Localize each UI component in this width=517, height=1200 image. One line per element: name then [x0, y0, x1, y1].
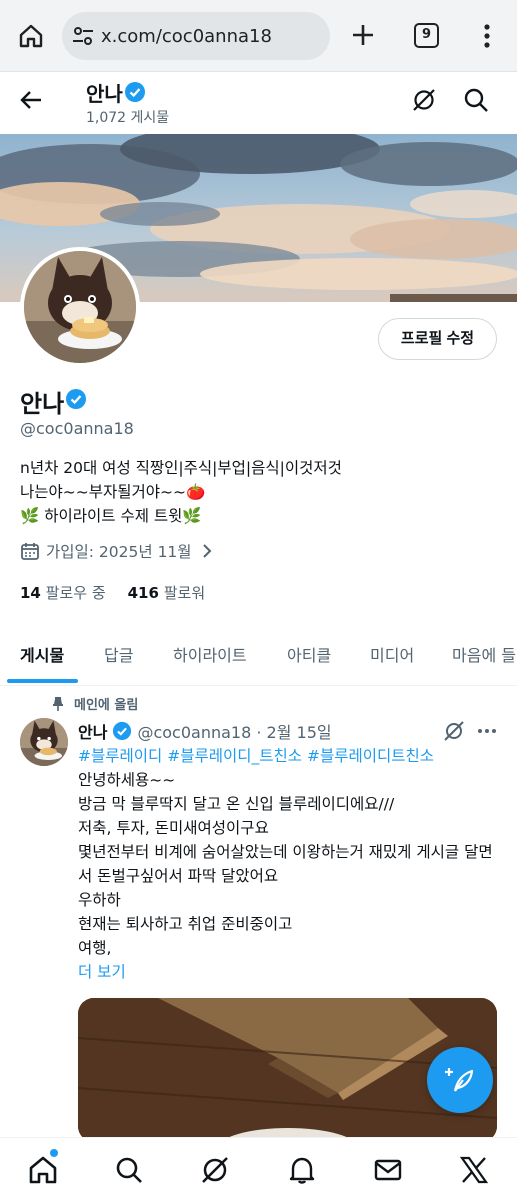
- calendar-icon: [21, 543, 39, 560]
- chevron-right-icon: [203, 544, 212, 558]
- avatar-image: [20, 718, 68, 766]
- tab-posts[interactable]: 게시물: [20, 642, 64, 666]
- show-more-link[interactable]: 더 보기: [78, 960, 503, 984]
- tab-highlights[interactable]: 하이라이트: [173, 642, 247, 666]
- post-count: 1,072 게시물: [86, 110, 170, 126]
- tab-media[interactable]: 미디어: [370, 642, 414, 666]
- following-link[interactable]: 14 팔로우 중: [20, 584, 106, 602]
- back-arrow-icon[interactable]: [18, 87, 44, 113]
- avatar-image: [24, 251, 136, 363]
- grok-icon[interactable]: [411, 87, 437, 113]
- joined-text: 가입일: 2025년 11월: [46, 543, 192, 561]
- edit-profile-button[interactable]: 프로필 수정: [378, 318, 497, 360]
- post-line: 여행,: [78, 939, 112, 957]
- more-menu-icon[interactable]: [477, 22, 497, 50]
- following-label: 팔로우 중: [45, 584, 106, 602]
- following-count: 14: [20, 584, 41, 602]
- followers-count: 416: [127, 584, 159, 602]
- search-icon[interactable]: [463, 87, 489, 113]
- site-settings-icon[interactable]: [72, 25, 94, 47]
- verified-badge-icon: [113, 721, 132, 741]
- post-author-avatar[interactable]: [20, 718, 68, 766]
- post-author-handle[interactable]: @coc0anna18: [137, 723, 251, 742]
- home-unread-dot: [50, 1149, 58, 1157]
- notifications-bell-icon[interactable]: [287, 1155, 317, 1185]
- profile-name: 안나: [20, 390, 65, 418]
- pinned-label: 메인에 올림: [74, 698, 139, 713]
- post-date[interactable]: · 2월 15일: [256, 723, 331, 742]
- verified-badge-icon: [125, 82, 145, 102]
- url-text: x.com/coc0anna18: [101, 26, 272, 47]
- post-line: 안녕하세용~~: [78, 771, 176, 789]
- home-icon[interactable]: [17, 22, 45, 50]
- bio-line: 나는야~~부자될거야~~🍅: [20, 483, 206, 501]
- home-nav-icon[interactable]: [28, 1155, 58, 1185]
- post-line: 방금 막 블루딱지 달고 온 신입 블루레이디에요///: [78, 795, 395, 813]
- address-bar[interactable]: x.com/coc0anna18: [62, 12, 330, 60]
- messages-envelope-icon[interactable]: [373, 1155, 403, 1185]
- post-line: 우하하: [78, 891, 121, 909]
- post-line: 몇년전부터 비계에 숨어살았는데 이왕하는거 재밌게 게시글 달면서 돈벌구싶어…: [78, 843, 493, 885]
- post-line: 현재는 퇴사하고 취업 준비중이고: [78, 915, 293, 933]
- post-line: 저축, 투자, 돈미새여성이구요: [78, 819, 269, 837]
- pinned-indicator: 메인에 올림: [52, 694, 138, 713]
- profile-header-bar: 안나 1,072 게시물: [0, 72, 517, 134]
- grok-icon[interactable]: [443, 720, 465, 742]
- active-tab-indicator: [7, 679, 78, 683]
- joined-date[interactable]: 가입일: 2025년 11월: [20, 540, 220, 562]
- profile-handle: @coc0anna18: [20, 419, 134, 438]
- grok-nav-icon[interactable]: [200, 1155, 230, 1185]
- browser-toolbar: x.com/coc0anna18 9: [0, 0, 517, 72]
- bio-line: 🌿 하이라이트 수제 트윗🌿: [20, 507, 202, 525]
- header-name: 안나: [86, 82, 123, 106]
- verified-badge-icon: [66, 389, 86, 409]
- tab-articles[interactable]: 아티클: [287, 642, 331, 666]
- compose-feather-icon: [445, 1068, 474, 1092]
- x-logo-icon[interactable]: [459, 1155, 489, 1185]
- more-options-icon[interactable]: [476, 720, 498, 742]
- tab-replies[interactable]: 답글: [104, 642, 133, 666]
- followers-link[interactable]: 416 팔로워: [128, 584, 206, 602]
- search-nav-icon[interactable]: [114, 1155, 144, 1185]
- post-text: #블루레이디 #블루레이디_트친소 #블루레이디트친소 안녕하세용~~ 방금 막…: [78, 744, 503, 984]
- post-hashtags[interactable]: #블루레이디 #블루레이디_트친소 #블루레이디트친소: [78, 744, 503, 768]
- new-tab-icon[interactable]: [350, 22, 376, 48]
- bio-line: n년차 20대 여성 직짱인|주식|부업|음식|이것저것: [20, 459, 342, 477]
- compose-post-button[interactable]: [427, 1047, 493, 1113]
- profile-tabs: 게시물 답글 하이라이트 아티클 미디어 마음에 들: [0, 628, 517, 686]
- bottom-navigation: [0, 1137, 517, 1200]
- pin-icon: [53, 697, 63, 711]
- followers-label: 팔로워: [163, 584, 206, 602]
- tab-likes[interactable]: 마음에 들: [452, 642, 516, 666]
- profile-avatar[interactable]: [20, 247, 140, 367]
- tab-switcher-button[interactable]: 9: [414, 23, 439, 48]
- follow-stats: 14 팔로우 중 416 팔로워: [20, 582, 205, 603]
- post-header: 안나 @coc0anna18 · 2월 15일: [78, 719, 332, 743]
- post-author-name[interactable]: 안나: [78, 723, 107, 742]
- profile-bio: n년차 20대 여성 직짱인|주식|부업|음식|이것저것 나는야~~부자될거야~…: [20, 456, 342, 528]
